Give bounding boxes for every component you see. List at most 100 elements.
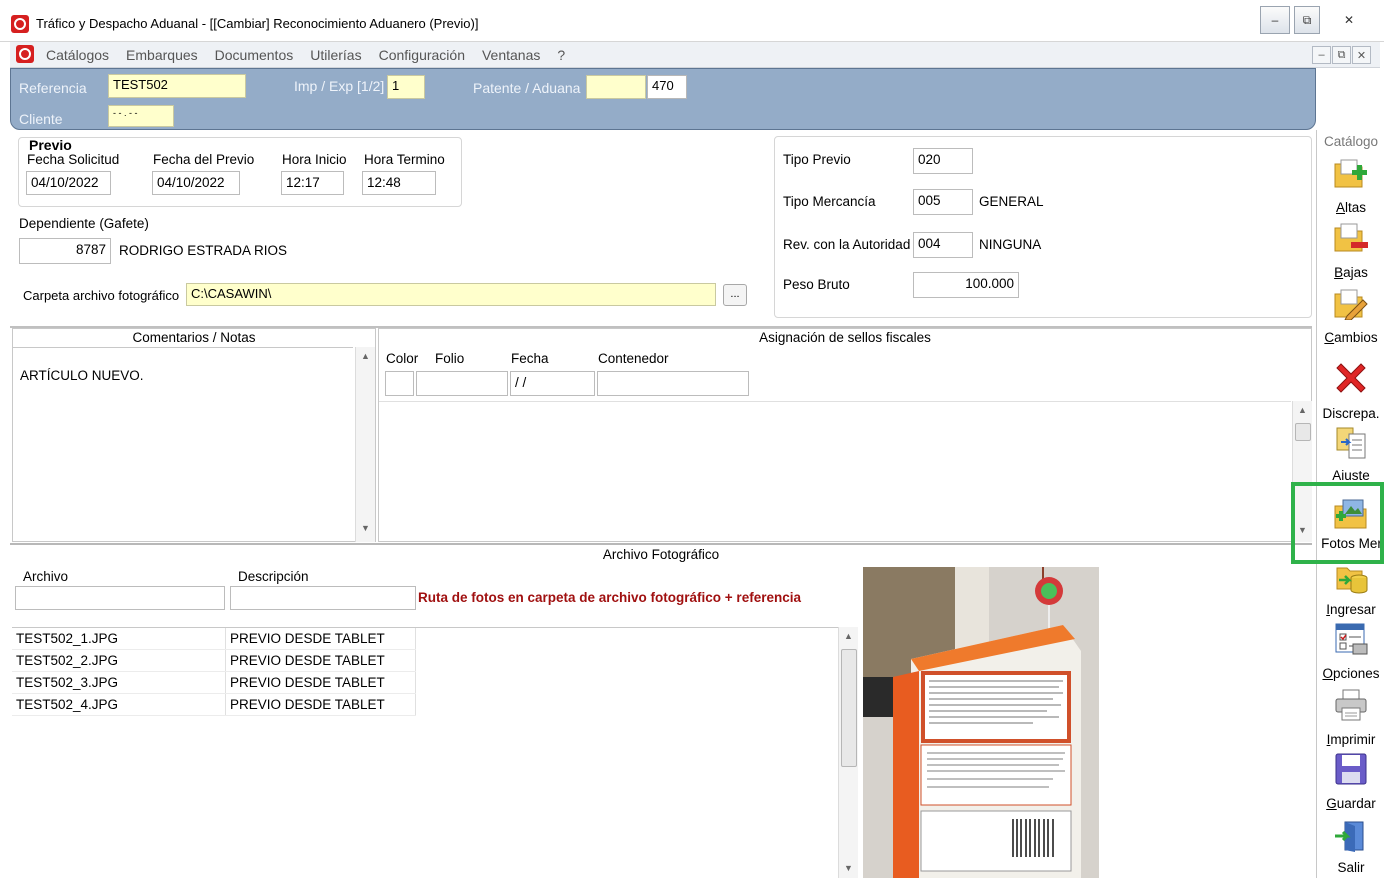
tipo-previo-label: Tipo Previo	[783, 152, 851, 167]
window-title: Tráfico y Despacho Aduanal - [[Cambiar] …	[36, 16, 479, 31]
sellos-panel: Asignación de sellos fiscales Color Foli…	[378, 328, 1312, 542]
fotos-list[interactable]: TEST502_1.JPG PREVIO DESDE TABLET TEST50…	[12, 627, 838, 878]
tipo-mercancia-field[interactable]: 005	[913, 189, 973, 215]
cambios-button[interactable]: Cambios	[1317, 286, 1384, 348]
printer-icon	[1335, 689, 1367, 721]
col-fecha: Fecha	[511, 351, 549, 366]
tipo-mercancia-label: Tipo Mercancía	[783, 194, 876, 209]
tipo-previo-field[interactable]: 020	[913, 148, 973, 174]
sello-folio-input[interactable]	[416, 371, 508, 396]
hora-termino-field[interactable]: 12:48	[362, 171, 436, 195]
comentarios-title: Comentarios / Notas	[132, 330, 256, 345]
close-button[interactable]: ✕	[1324, 6, 1374, 34]
table-row[interactable]: TEST502_2.JPG PREVIO DESDE TABLET	[12, 650, 416, 672]
hora-inicio-field[interactable]: 12:17	[281, 171, 344, 195]
peso-bruto-field[interactable]: 100.000	[913, 272, 1019, 298]
carpeta-label: Carpeta archivo fotográfico	[23, 288, 180, 303]
sellos-list[interactable]	[379, 401, 1291, 542]
carpeta-field[interactable]: C:\CASAWIN\	[186, 283, 716, 306]
scroll-down-icon[interactable]: ▼	[1298, 525, 1307, 535]
menu-help[interactable]: ?	[557, 47, 565, 63]
dependiente-id-field[interactable]: 8787	[19, 238, 111, 264]
ajuste-button[interactable]: Ajuste	[1317, 426, 1384, 486]
rev-autoridad-field[interactable]: 004	[913, 232, 973, 258]
rev-autoridad-desc: NINGUNA	[979, 237, 1042, 252]
archivo-filter-input[interactable]	[15, 586, 225, 610]
salir-button[interactable]: Salir	[1317, 820, 1384, 878]
cliente-field[interactable]: - - . - -	[108, 105, 174, 127]
aduana-field[interactable]: 470	[647, 75, 687, 99]
imprimir-button[interactable]: Imprimir	[1317, 688, 1384, 750]
table-row[interactable]: TEST502_3.JPG PREVIO DESDE TABLET	[12, 672, 416, 694]
menu-bar: Catálogos Embarques Documentos Utilerías…	[10, 42, 1380, 68]
altas-button[interactable]: Altas	[1317, 154, 1384, 216]
mdi-restore-button[interactable]: ⧉	[1332, 46, 1351, 64]
table-row[interactable]: TEST502_4.JPG PREVIO DESDE TABLET	[12, 694, 416, 716]
sello-color-input[interactable]	[385, 371, 414, 396]
discrepa-button[interactable]: Discrepa.	[1317, 358, 1384, 424]
descripcion-filter-input[interactable]	[230, 586, 416, 610]
product-photo-image	[863, 567, 1099, 878]
scroll-up-icon[interactable]: ▲	[361, 351, 370, 361]
table-row[interactable]: TEST502_1.JPG PREVIO DESDE TABLET	[12, 628, 416, 650]
ingresar-label: Ingresar	[1326, 602, 1376, 617]
fecha-previo-field[interactable]: 04/10/2022	[152, 171, 240, 195]
comentarios-text: ARTÍCULO NUEVO.	[20, 368, 144, 383]
fotos-scrollbar[interactable]: ▲ ▼	[838, 627, 858, 878]
mdi-minimize-button[interactable]: –	[1312, 46, 1331, 64]
menu-configuracion[interactable]: Configuración	[379, 47, 465, 63]
guardar-button[interactable]: Guardar	[1317, 752, 1384, 814]
scroll-down-icon[interactable]: ▼	[361, 523, 370, 533]
descripcion-cell: PREVIO DESDE TABLET	[226, 694, 416, 715]
fotos-mer-label: Fotos Mer.	[1321, 536, 1384, 551]
archivo-cell: TEST502_2.JPG	[12, 650, 226, 671]
archivo-cell: TEST502_3.JPG	[12, 672, 226, 693]
mdi-close-button[interactable]: ✕	[1352, 46, 1371, 64]
patente-label: Patente / Aduana	[473, 80, 581, 96]
fecha-solicitud-field[interactable]: 04/10/2022	[26, 171, 111, 195]
opciones-label: Opciones	[1322, 666, 1380, 681]
comentarios-textarea[interactable]: ARTÍCULO NUEVO.	[13, 347, 353, 542]
ruta-note: Ruta de fotos en carpeta de archivo foto…	[418, 590, 801, 605]
dependiente-name: RODRIGO ESTRADA RIOS	[119, 243, 288, 258]
scroll-down-icon[interactable]: ▼	[844, 863, 853, 873]
impexp-field[interactable]: 1	[387, 75, 425, 99]
imprimir-label: Imprimir	[1326, 732, 1376, 747]
referencia-field[interactable]: TEST502	[108, 74, 246, 98]
menu-embarques[interactable]: Embarques	[126, 47, 198, 63]
previo-title: Previo	[29, 137, 72, 153]
sello-fecha-input[interactable]: / /	[510, 371, 595, 396]
menu-items: Catálogos Embarques Documentos Utilerías…	[46, 47, 565, 63]
comentarios-scrollbar[interactable]: ▲ ▼	[355, 347, 375, 542]
tipo-group: Tipo Previo 020 Tipo Mercancía 005 GENER…	[774, 136, 1312, 318]
scroll-up-icon[interactable]: ▲	[1298, 405, 1307, 415]
folder-edit-icon	[1334, 289, 1368, 320]
fotos-mer-button[interactable]: Fotos Mer.	[1317, 492, 1384, 554]
menu-ventanas[interactable]: Ventanas	[482, 47, 540, 63]
menu-catalogos[interactable]: Catálogos	[46, 47, 109, 63]
document-adjust-icon	[1336, 427, 1366, 459]
browse-button[interactable]: ...	[723, 284, 747, 306]
right-toolbar: Catálogo Altas Bajas Cambios Discrepa. A…	[1316, 130, 1384, 878]
fecha-solicitud-label: Fecha Solicitud	[27, 152, 120, 167]
patente-field[interactable]	[586, 75, 646, 99]
comentarios-panel: Comentarios / Notas ARTÍCULO NUEVO. ▲ ▼	[12, 328, 376, 542]
ingresar-button[interactable]: Ingresar	[1317, 562, 1384, 620]
restore-button[interactable]: ⧉	[1294, 6, 1320, 34]
opciones-button[interactable]: Opciones	[1317, 622, 1384, 684]
menu-utilerias[interactable]: Utilerías	[310, 47, 361, 63]
options-dialog-icon	[1335, 623, 1368, 655]
minimize-button[interactable]: –	[1260, 6, 1290, 34]
rev-autoridad-label: Rev. con la Autoridad	[783, 237, 911, 252]
menu-documentos[interactable]: Documentos	[215, 47, 294, 63]
bajas-button[interactable]: Bajas	[1317, 220, 1384, 282]
scroll-thumb[interactable]	[841, 649, 857, 767]
scroll-thumb[interactable]	[1295, 423, 1311, 441]
archivo-cell: TEST502_4.JPG	[12, 694, 226, 715]
catalogo-label: Catálogo	[1323, 134, 1379, 149]
cliente-label: Cliente	[19, 111, 63, 127]
altas-label: Altas	[1335, 200, 1367, 215]
scroll-up-icon[interactable]: ▲	[844, 631, 853, 641]
sello-contenedor-input[interactable]	[597, 371, 749, 396]
sellos-scrollbar[interactable]: ▲ ▼	[1292, 401, 1312, 542]
